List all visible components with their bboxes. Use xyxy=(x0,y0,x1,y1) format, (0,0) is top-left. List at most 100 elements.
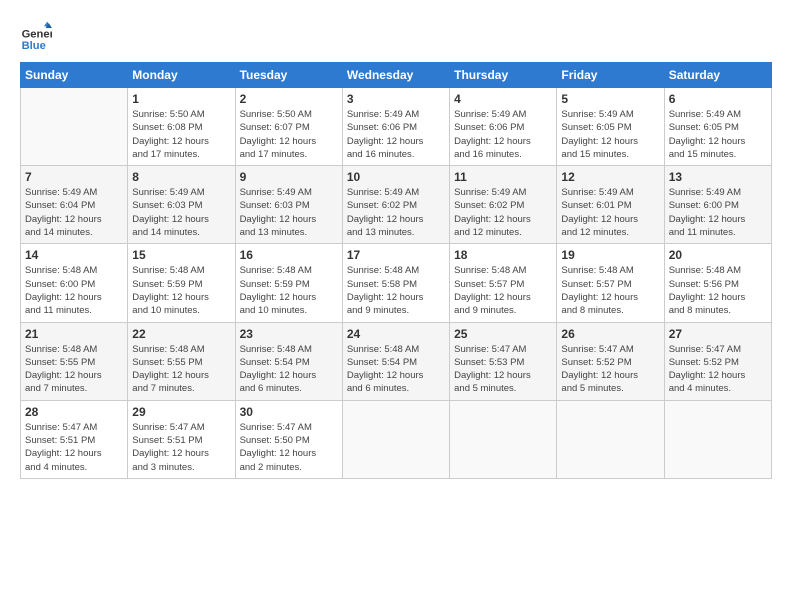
day-number: 24 xyxy=(347,327,445,341)
day-info: Sunrise: 5:47 AM Sunset: 5:51 PM Dayligh… xyxy=(132,421,230,474)
calendar-cell: 10 Sunrise: 5:49 AM Sunset: 6:02 PM Dayli… xyxy=(342,166,449,244)
day-number: 5 xyxy=(561,92,659,106)
day-info: Sunrise: 5:48 AM Sunset: 5:54 PM Dayligh… xyxy=(240,343,338,396)
day-info: Sunrise: 5:49 AM Sunset: 6:05 PM Dayligh… xyxy=(561,108,659,161)
calendar-cell: 21Sunrise: 5:48 AM Sunset: 5:55 PM Dayli… xyxy=(21,322,128,400)
day-number: 10 xyxy=(347,170,445,184)
day-number: 11 xyxy=(454,170,552,184)
calendar-cell: 29Sunrise: 5:47 AM Sunset: 5:51 PM Dayli… xyxy=(128,400,235,478)
day-number: 21 xyxy=(25,327,123,341)
calendar-cell xyxy=(21,88,128,166)
calendar-cell xyxy=(557,400,664,478)
svg-text:General: General xyxy=(22,29,52,41)
day-info: Sunrise: 5:48 AM Sunset: 5:56 PM Dayligh… xyxy=(669,264,767,317)
day-number: 12 xyxy=(561,170,659,184)
weekday-header-row: SundayMondayTuesdayWednesdayThursdayFrid… xyxy=(21,63,772,88)
day-number: 25 xyxy=(454,327,552,341)
day-number: 13 xyxy=(669,170,767,184)
day-number: 2 xyxy=(240,92,338,106)
calendar-cell: 27 Sunrise: 5:47 AM Sunset: 5:52 PM Dayli… xyxy=(664,322,771,400)
calendar-cell xyxy=(342,400,449,478)
day-number: 20 xyxy=(669,248,767,262)
weekday-header-sunday: Sunday xyxy=(21,63,128,88)
calendar-week-row: 14Sunrise: 5:48 AM Sunset: 6:00 PM Dayli… xyxy=(21,244,772,322)
calendar-week-row: 1 Sunrise: 5:50 AM Sunset: 6:08 PM Daylig… xyxy=(21,88,772,166)
calendar-cell: 28 Sunrise: 5:47 AM Sunset: 5:51 PM Dayli… xyxy=(21,400,128,478)
day-info: Sunrise: 5:49 AM Sunset: 6:01 PM Dayligh… xyxy=(561,186,659,239)
weekday-header-saturday: Saturday xyxy=(664,63,771,88)
day-number: 23 xyxy=(240,327,338,341)
calendar-cell: 12 Sunrise: 5:49 AM Sunset: 6:01 PM Dayli… xyxy=(557,166,664,244)
weekday-header-thursday: Thursday xyxy=(450,63,557,88)
day-number: 27 xyxy=(669,327,767,341)
day-number: 7 xyxy=(25,170,123,184)
day-info: Sunrise: 5:47 AM Sunset: 5:51 PM Dayligh… xyxy=(25,421,123,474)
svg-text:Blue: Blue xyxy=(22,40,46,52)
day-number: 26 xyxy=(561,327,659,341)
day-info: Sunrise: 5:49 AM Sunset: 6:06 PM Dayligh… xyxy=(454,108,552,161)
calendar-cell: 24 Sunrise: 5:48 AM Sunset: 5:54 PM Dayli… xyxy=(342,322,449,400)
calendar-cell: 9 Sunrise: 5:49 AM Sunset: 6:03 PM Daylig… xyxy=(235,166,342,244)
calendar-cell: 30 Sunrise: 5:47 AM Sunset: 5:50 PM Dayli… xyxy=(235,400,342,478)
calendar-cell: 16 Sunrise: 5:48 AM Sunset: 5:59 PM Dayli… xyxy=(235,244,342,322)
day-info: Sunrise: 5:48 AM Sunset: 5:59 PM Dayligh… xyxy=(132,264,230,317)
calendar-cell: 26 Sunrise: 5:47 AM Sunset: 5:52 PM Dayli… xyxy=(557,322,664,400)
calendar-cell: 18Sunrise: 5:48 AM Sunset: 5:57 PM Dayli… xyxy=(450,244,557,322)
weekday-header-tuesday: Tuesday xyxy=(235,63,342,88)
calendar-cell: 14Sunrise: 5:48 AM Sunset: 6:00 PM Dayli… xyxy=(21,244,128,322)
day-number: 4 xyxy=(454,92,552,106)
calendar-cell: 19 Sunrise: 5:48 AM Sunset: 5:57 PM Dayli… xyxy=(557,244,664,322)
day-info: Sunrise: 5:49 AM Sunset: 6:06 PM Dayligh… xyxy=(347,108,445,161)
calendar-table: SundayMondayTuesdayWednesdayThursdayFrid… xyxy=(20,62,772,479)
day-number: 22 xyxy=(132,327,230,341)
day-info: Sunrise: 5:47 AM Sunset: 5:52 PM Dayligh… xyxy=(561,343,659,396)
day-number: 14 xyxy=(25,248,123,262)
calendar-week-row: 21 Sunrise: 5:48 AM Sunset: 5:55 PM Dayli… xyxy=(21,322,772,400)
day-number: 1 xyxy=(132,92,230,106)
day-number: 9 xyxy=(240,170,338,184)
day-info: Sunrise: 5:49 AM Sunset: 6:04 PM Dayligh… xyxy=(25,186,123,239)
calendar-cell: 4 Sunrise: 5:49 AM Sunset: 6:06 PM Daylig… xyxy=(450,88,557,166)
logo-icon: General Blue xyxy=(20,20,52,52)
calendar-cell: 8 Sunrise: 5:49 AM Sunset: 6:03 PM Daylig… xyxy=(128,166,235,244)
weekday-header-monday: Monday xyxy=(128,63,235,88)
day-info: Sunrise: 5:49 AM Sunset: 6:05 PM Dayligh… xyxy=(669,108,767,161)
day-info: Sunrise: 5:48 AM Sunset: 5:57 PM Dayligh… xyxy=(561,264,659,317)
day-info: Sunrise: 5:48 AM Sunset: 5:58 PM Dayligh… xyxy=(347,264,445,317)
calendar-cell: 23 Sunrise: 5:48 AM Sunset: 5:54 PM Dayli… xyxy=(235,322,342,400)
day-info: Sunrise: 5:47 AM Sunset: 5:50 PM Dayligh… xyxy=(240,421,338,474)
calendar-cell: 17 Sunrise: 5:48 AM Sunset: 5:58 PM Dayli… xyxy=(342,244,449,322)
day-info: Sunrise: 5:47 AM Sunset: 5:52 PM Dayligh… xyxy=(669,343,767,396)
weekday-header-wednesday: Wednesday xyxy=(342,63,449,88)
calendar-week-row: 28 Sunrise: 5:47 AM Sunset: 5:51 PM Dayli… xyxy=(21,400,772,478)
day-number: 16 xyxy=(240,248,338,262)
day-number: 19 xyxy=(561,248,659,262)
day-number: 18 xyxy=(454,248,552,262)
day-info: Sunrise: 5:50 AM Sunset: 6:07 PM Dayligh… xyxy=(240,108,338,161)
calendar-cell: 13Sunrise: 5:49 AM Sunset: 6:00 PM Dayli… xyxy=(664,166,771,244)
day-info: Sunrise: 5:48 AM Sunset: 5:54 PM Dayligh… xyxy=(347,343,445,396)
day-info: Sunrise: 5:49 AM Sunset: 6:03 PM Dayligh… xyxy=(132,186,230,239)
calendar-week-row: 7 Sunrise: 5:49 AM Sunset: 6:04 PM Daylig… xyxy=(21,166,772,244)
page-header: General Blue xyxy=(20,20,772,52)
day-number: 30 xyxy=(240,405,338,419)
calendar-cell: 11Sunrise: 5:49 AM Sunset: 6:02 PM Dayli… xyxy=(450,166,557,244)
calendar-cell xyxy=(450,400,557,478)
day-info: Sunrise: 5:47 AM Sunset: 5:53 PM Dayligh… xyxy=(454,343,552,396)
day-info: Sunrise: 5:48 AM Sunset: 5:59 PM Dayligh… xyxy=(240,264,338,317)
logo: General Blue xyxy=(20,20,56,52)
calendar-cell: 3Sunrise: 5:49 AM Sunset: 6:06 PM Daylig… xyxy=(342,88,449,166)
day-info: Sunrise: 5:49 AM Sunset: 6:02 PM Dayligh… xyxy=(347,186,445,239)
day-info: Sunrise: 5:50 AM Sunset: 6:08 PM Dayligh… xyxy=(132,108,230,161)
day-number: 8 xyxy=(132,170,230,184)
day-number: 17 xyxy=(347,248,445,262)
calendar-cell: 22 Sunrise: 5:48 AM Sunset: 5:55 PM Dayli… xyxy=(128,322,235,400)
day-number: 28 xyxy=(25,405,123,419)
calendar-cell: 2 Sunrise: 5:50 AM Sunset: 6:07 PM Daylig… xyxy=(235,88,342,166)
day-info: Sunrise: 5:49 AM Sunset: 6:03 PM Dayligh… xyxy=(240,186,338,239)
calendar-cell: 15 Sunrise: 5:48 AM Sunset: 5:59 PM Dayli… xyxy=(128,244,235,322)
calendar-cell: 25 Sunrise: 5:47 AM Sunset: 5:53 PM Dayli… xyxy=(450,322,557,400)
day-info: Sunrise: 5:48 AM Sunset: 5:55 PM Dayligh… xyxy=(132,343,230,396)
calendar-cell: 7 Sunrise: 5:49 AM Sunset: 6:04 PM Daylig… xyxy=(21,166,128,244)
day-number: 15 xyxy=(132,248,230,262)
